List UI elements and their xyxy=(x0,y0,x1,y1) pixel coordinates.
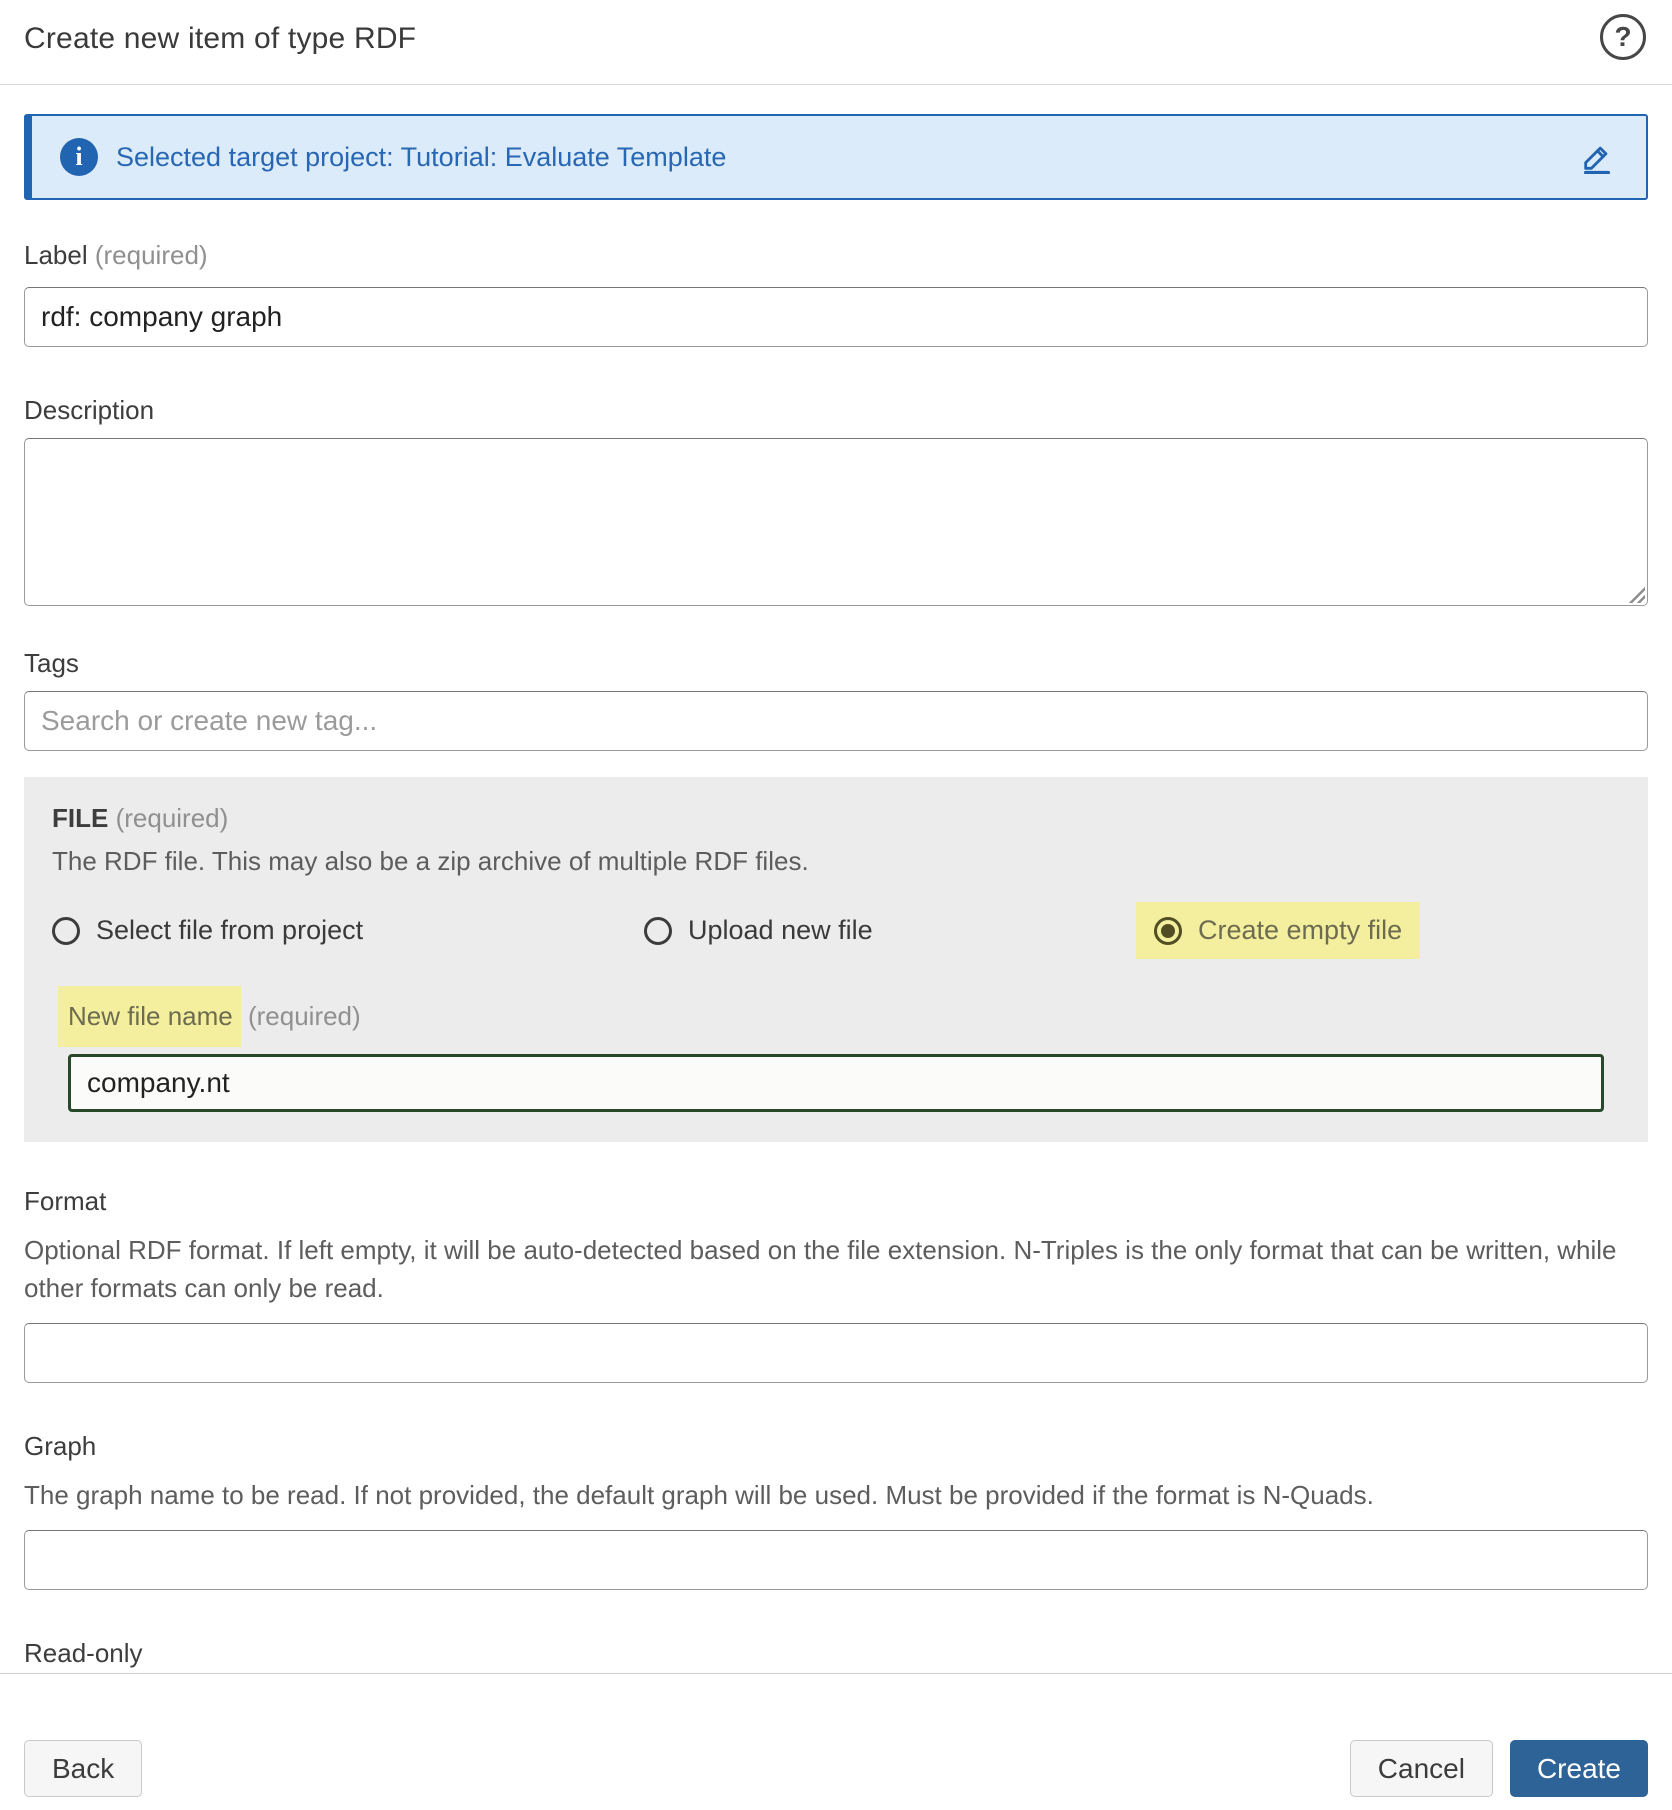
label-required-suffix: (required) xyxy=(95,240,208,270)
new-file-name-input[interactable] xyxy=(68,1054,1604,1112)
graph-field-label: Graph xyxy=(24,1431,1648,1462)
radio-select-file-from-project[interactable]: Select file from project xyxy=(52,915,644,946)
new-file-name-required-suffix: (required) xyxy=(248,1001,361,1031)
new-file-name-label: New file name xyxy=(58,986,241,1047)
read-only-field-label: Read-only xyxy=(24,1638,1648,1669)
dialog-footer: Back Cancel Create xyxy=(0,1673,1672,1810)
file-label-text: FILE xyxy=(52,803,108,833)
dialog-content: i Selected target project: Tutorial: Eva… xyxy=(0,86,1672,1673)
file-source-radio-group: Select file from project Upload new file… xyxy=(52,915,1620,946)
create-button[interactable]: Create xyxy=(1510,1740,1648,1797)
target-project-text: Selected target project: Tutorial: Evalu… xyxy=(116,142,726,173)
label-text: Label xyxy=(24,240,88,270)
file-section-label: FILE (required) xyxy=(52,803,1620,834)
new-file-name-group: New file name (required) xyxy=(52,986,1620,1112)
question-mark-glyph: ? xyxy=(1614,21,1631,53)
radio-selected-icon xyxy=(1154,917,1182,945)
radio-icon xyxy=(52,917,80,945)
edit-icon[interactable] xyxy=(1576,136,1618,178)
radio-label: Select file from project xyxy=(96,915,363,946)
tags-field-label: Tags xyxy=(24,648,1648,679)
new-file-name-label-row: New file name (required) xyxy=(68,986,1604,1047)
description-field-label: Description xyxy=(24,395,1648,426)
target-project-banner: i Selected target project: Tutorial: Eva… xyxy=(24,114,1648,200)
file-section-description: The RDF file. This may also be a zip arc… xyxy=(52,846,1620,877)
dialog-header: Create new item of type RDF ? xyxy=(0,0,1672,85)
file-required-suffix: (required) xyxy=(116,803,229,833)
help-icon[interactable]: ? xyxy=(1600,14,1646,60)
radio-upload-new-file[interactable]: Upload new file xyxy=(644,915,1154,946)
label-input[interactable] xyxy=(24,287,1648,347)
file-section: FILE (required) The RDF file. This may a… xyxy=(24,777,1648,1142)
graph-input[interactable] xyxy=(24,1530,1648,1590)
radio-label: Upload new file xyxy=(688,915,873,946)
label-field-label: Label (required) xyxy=(24,240,1648,271)
graph-description: The graph name to be read. If not provid… xyxy=(24,1476,1648,1514)
cancel-button[interactable]: Cancel xyxy=(1350,1740,1493,1797)
description-textarea-wrap xyxy=(24,438,1648,606)
info-icon: i xyxy=(60,138,98,176)
description-textarea[interactable] xyxy=(24,438,1648,606)
page-title: Create new item of type RDF xyxy=(24,22,1648,56)
format-field-label: Format xyxy=(24,1186,1648,1217)
format-description: Optional RDF format. If left empty, it w… xyxy=(24,1231,1648,1307)
back-button[interactable]: Back xyxy=(24,1740,142,1797)
tags-input[interactable] xyxy=(24,691,1648,751)
radio-create-empty-file[interactable]: Create empty file xyxy=(1136,902,1420,959)
format-input[interactable] xyxy=(24,1323,1648,1383)
radio-icon xyxy=(644,917,672,945)
radio-label: Create empty file xyxy=(1198,915,1402,946)
info-glyph: i xyxy=(75,142,82,172)
